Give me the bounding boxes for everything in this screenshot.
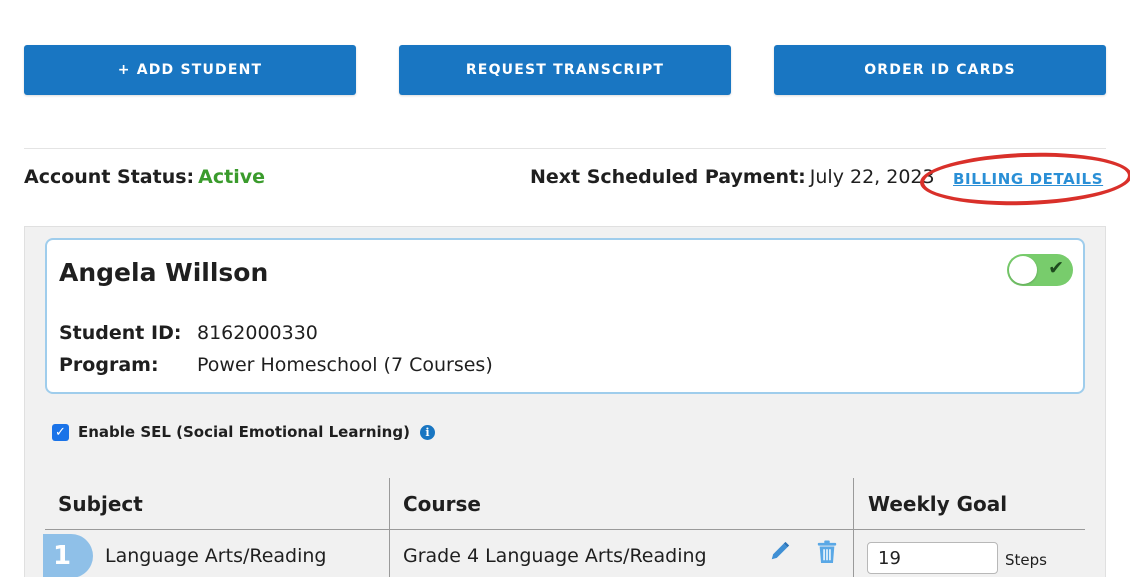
- billing-details-link[interactable]: BILLING DETAILS: [953, 170, 1103, 188]
- student-id-value: 8162000330: [197, 322, 318, 344]
- student-id-row: Student ID: 8162000330: [59, 322, 318, 344]
- account-status-value: Active: [198, 166, 265, 188]
- row-subject: Language Arts/Reading: [105, 545, 327, 567]
- sel-option: ✓ Enable SEL (Social Emotional Learning)…: [52, 423, 435, 441]
- program-label: Program:: [59, 354, 159, 376]
- next-payment-label: Next Scheduled Payment:: [530, 166, 806, 188]
- header-subject: Subject: [58, 492, 143, 516]
- weekly-goal-unit: Steps: [1005, 551, 1047, 569]
- divider: [24, 148, 1106, 149]
- account-status: Account Status: Active: [24, 166, 265, 188]
- courses-table: Subject Course Weekly Goal 1 Language Ar…: [43, 478, 1085, 577]
- column-divider: [389, 478, 390, 577]
- column-divider: [853, 478, 854, 577]
- header-weekly-goal: Weekly Goal: [868, 492, 1008, 516]
- sel-label: Enable SEL (Social Emotional Learning): [78, 423, 410, 441]
- row-number-badge: 1: [43, 534, 93, 577]
- account-status-label: Account Status:: [24, 166, 195, 188]
- add-student-button[interactable]: + ADD STUDENT: [24, 45, 356, 95]
- table-header-divider: [45, 529, 1085, 530]
- next-payment: Next Scheduled Payment: July 22, 2023: [530, 166, 935, 188]
- student-card: Angela Willson ✔ Student ID: 8162000330 P…: [45, 238, 1085, 394]
- order-id-cards-button[interactable]: ORDER ID CARDS: [774, 45, 1106, 95]
- program-value: Power Homeschool (7 Courses): [197, 354, 493, 376]
- student-id-label: Student ID:: [59, 322, 182, 344]
- row-course: Grade 4 Language Arts/Reading: [403, 545, 707, 567]
- request-transcript-button[interactable]: REQUEST TRANSCRIPT: [399, 45, 731, 95]
- header-course: Course: [403, 492, 481, 516]
- check-icon: ✔: [1048, 257, 1064, 279]
- sel-checkbox[interactable]: ✓: [52, 423, 69, 441]
- student-active-toggle[interactable]: ✔: [1007, 254, 1073, 286]
- weekly-goal-input[interactable]: [867, 542, 998, 574]
- next-payment-date: July 22, 2023: [809, 166, 935, 188]
- student-name: Angela Willson: [59, 258, 269, 287]
- info-icon[interactable]: i: [419, 424, 435, 440]
- program-row: Program: Power Homeschool (7 Courses): [59, 354, 493, 376]
- trash-icon[interactable]: [816, 540, 838, 564]
- pencil-icon[interactable]: [769, 540, 791, 562]
- toggle-knob: [1009, 256, 1037, 284]
